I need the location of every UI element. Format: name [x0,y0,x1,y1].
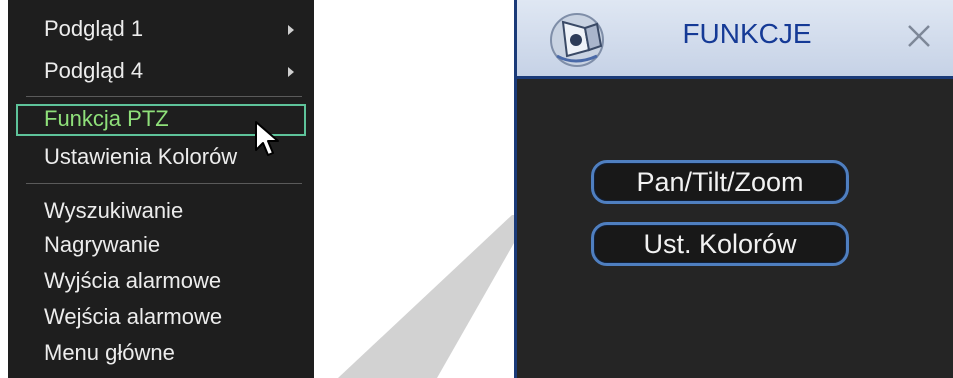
close-icon[interactable] [899,16,939,56]
menu-item-label: Wyszukiwanie [44,198,184,223]
menu-separator [26,96,302,97]
menu-item-label: Ustawienia Kolorów [44,144,238,169]
pan-tilt-zoom-button[interactable]: Pan/Tilt/Zoom [591,160,849,204]
menu-item-label: Wejścia alarmowe [44,304,223,329]
ptz-camera-icon [550,13,604,67]
color-settings-button[interactable]: Ust. Kolorów [591,222,849,266]
menu-item-label: Wyjścia alarmowe [44,268,222,293]
menu-item-alarm-inputs[interactable]: Wejścia alarmowe [16,302,306,334]
menu-item-label: Menu główne [44,340,175,365]
menu-item-search[interactable]: Wyszukiwanie [16,196,306,228]
menu-item-label: Podgląd 1 [44,16,144,41]
submenu-arrow-icon [288,25,294,35]
context-menu: Podgląd 1 Podgląd 4 Funkcja PTZ Ustawien… [8,0,314,378]
title-bar: FUNKCJE [517,0,953,79]
menu-item-label: Podgląd 4 [44,58,144,83]
mouse-cursor-icon [255,121,279,156]
functions-dialog: FUNKCJE Pan/Tilt/Zoom Ust. Kolorów [514,0,953,378]
menu-item-preview-1[interactable]: Podgląd 1 [16,14,306,46]
dialog-title: FUNKCJE [682,18,812,49]
menu-item-alarm-outputs[interactable]: Wyjścia alarmowe [16,266,306,298]
menu-item-label: Funkcja PTZ [44,106,169,131]
submenu-arrow-icon [288,67,294,77]
menu-item-main-menu[interactable]: Menu główne [16,338,306,370]
menu-item-recording[interactable]: Nagrywanie [16,230,306,262]
menu-separator [26,183,302,184]
menu-item-label: Nagrywanie [44,232,161,257]
menu-item-preview-4[interactable]: Podgląd 4 [16,56,306,88]
